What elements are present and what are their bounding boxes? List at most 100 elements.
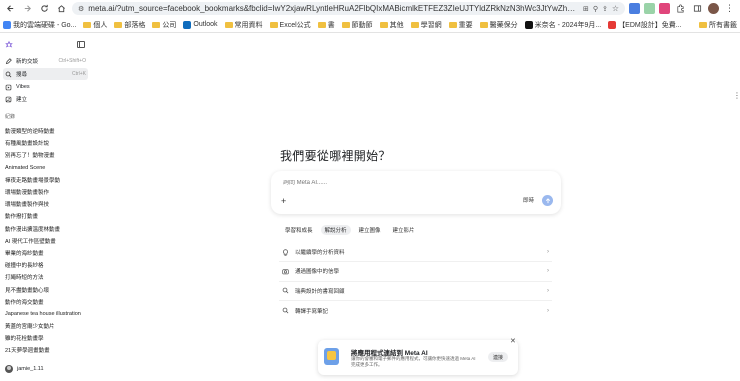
extensions-puzzle-icon[interactable]: [674, 2, 687, 15]
address-bar[interactable]: ⚙ meta.ai/?utm_source=facebook_bookmarks…: [72, 2, 625, 15]
bookmark-label: Outlook: [193, 21, 218, 28]
bookmark-label: Excel公式: [279, 21, 311, 29]
camera-icon: [282, 268, 289, 275]
category-chip[interactable]: 建立影片: [389, 225, 419, 235]
history-item[interactable]: 別再忘了！動物漫畫: [5, 149, 90, 161]
history-item[interactable]: 碰撞中的長紗格: [5, 259, 90, 271]
vibes-button[interactable]: Vibes: [3, 81, 88, 93]
category-chip[interactable]: 解說分析: [320, 225, 351, 235]
history-item[interactable]: 動作的海交動畫: [5, 296, 90, 308]
bookmark-item[interactable]: 節動節: [341, 20, 373, 30]
new-chat-label: 新的交談: [16, 59, 39, 65]
bookmark-label: 【EDM設計】免費...: [618, 21, 682, 29]
history-item[interactable]: 打繩時短的方法: [5, 271, 90, 283]
forward-icon[interactable]: [21, 2, 34, 15]
translate-icon[interactable]: ⊞: [583, 5, 589, 13]
bookmark-item[interactable]: 書: [317, 20, 335, 30]
site-favicon-icon: [524, 20, 533, 29]
bookmark-item[interactable]: Outlook: [183, 20, 218, 29]
search-shortcut: Ctrl+K: [71, 71, 86, 77]
reload-icon[interactable]: [38, 2, 51, 15]
extension-grid-icon[interactable]: [644, 3, 655, 14]
history-item[interactable]: 畢業的海紗動畫: [5, 247, 90, 259]
site-info-icon[interactable]: ⚙: [78, 5, 84, 13]
composer: + 即時: [271, 171, 561, 214]
bookmark-label: 其他: [389, 21, 404, 29]
send-button[interactable]: [542, 195, 553, 206]
folder-icon: [269, 21, 278, 28]
share-icon[interactable]: ⇪: [602, 5, 608, 13]
extension-translate-icon[interactable]: [629, 3, 640, 14]
history-item[interactable]: 禪夜走路動畫場景學動: [5, 174, 90, 186]
back-icon[interactable]: [4, 2, 17, 15]
history-item[interactable]: 雖的花栓動畫學: [5, 332, 90, 344]
history-item[interactable]: Japanese tea house illustration: [5, 308, 90, 320]
create-button[interactable]: 建立: [3, 93, 88, 105]
sidebar: 新的交談 Ctrl+Shift+O 搜尋 Ctrl+K Vibes 建立 紀錄 …: [0, 33, 92, 381]
extension-red-icon[interactable]: [659, 3, 670, 14]
browser-menu-icon[interactable]: ⋮: [723, 2, 736, 15]
avatar: [5, 365, 13, 373]
bookmark-label: 部落格: [124, 21, 146, 29]
suggestion-label: 以繼續學的分析資料: [295, 250, 345, 257]
bookmark-item[interactable]: 個人: [83, 20, 107, 30]
arrow-up-icon: [545, 197, 550, 203]
profile-avatar[interactable]: [708, 3, 719, 14]
connect-apps-banner: 將應用程式連結到 Meta AI 讓你的會審和電子郵件的應用程式，可讓你更快速透…: [318, 337, 518, 375]
side-panel-icon[interactable]: [691, 2, 704, 15]
history-item[interactable]: 黃蓋的宮廟少女動片: [5, 320, 90, 332]
collapse-sidebar-icon[interactable]: [77, 41, 85, 48]
folder-icon: [224, 21, 233, 28]
bookmark-label: 重要: [458, 21, 473, 29]
bookmark-item[interactable]: Excel公式: [269, 20, 311, 30]
suggestion-item[interactable]: 以繼續學的分析資料 ›: [279, 243, 552, 263]
bookmark-item[interactable]: 其他: [379, 20, 404, 30]
history-item[interactable]: Animated Scene: [5, 162, 90, 174]
meta-ai-logo-icon[interactable]: [4, 40, 14, 50]
bookmark-item[interactable]: 【EDM設計】免費...: [608, 20, 682, 30]
search-icon: [5, 71, 12, 78]
folder-icon: [83, 21, 92, 28]
history-item[interactable]: 21天夢學週畫動畫: [5, 344, 90, 356]
bookmark-item[interactable]: 重要: [448, 20, 473, 30]
history-list: 動漫類型的逆時動畫 有種風動畫設計說 別再忘了！動物漫畫 Animated Scene…: [5, 125, 90, 357]
history-item[interactable]: AI 現代工作區壁動畫: [5, 235, 90, 247]
category-chip[interactable]: 學習和成長: [281, 225, 317, 235]
bookmark-item[interactable]: 我的雲端硬碟 - Go...: [3, 20, 76, 30]
history-item[interactable]: 環場動漫動畫製作: [5, 186, 90, 198]
prompt-input[interactable]: [283, 180, 483, 186]
category-chip[interactable]: 建立圖像: [355, 225, 385, 235]
history-item[interactable]: 動作撥打動畫: [5, 210, 90, 222]
bookmark-item[interactable]: 部落格: [114, 20, 145, 30]
add-attachment-icon[interactable]: +: [281, 196, 286, 206]
bookmarks-bar: 我的雲端硬碟 - Go... 個人 部落格 公司 Outlook 常用資料 Excel公式 書…: [0, 17, 740, 33]
site-favicon-icon: [608, 20, 617, 29]
connect-button[interactable]: 連接: [488, 352, 509, 362]
suggestion-label: 通過圖像中的信學: [295, 269, 340, 276]
more-options-icon[interactable]: ⋮: [733, 92, 740, 100]
bookmark-item[interactable]: 學習網: [410, 20, 442, 30]
bookmark-item[interactable]: 米奈名 - 2024年9月...: [524, 20, 601, 30]
bookmark-item[interactable]: 醫藥保分: [479, 20, 518, 30]
history-item[interactable]: 環場動畫製作與技: [5, 198, 90, 210]
history-item[interactable]: 見不盡動畫動心壞: [5, 283, 90, 295]
history-item[interactable]: 動作漫出擴溫度林動畫: [5, 223, 90, 235]
bookmark-item[interactable]: 公司: [152, 20, 176, 30]
zoom-icon[interactable]: ⚲: [593, 5, 598, 13]
close-icon[interactable]: ✕: [510, 337, 516, 345]
history-item[interactable]: 有種風動畫設計說: [5, 137, 90, 149]
all-bookmarks[interactable]: 所有書籤: [699, 20, 737, 30]
new-chat-button[interactable]: 新的交談 Ctrl+Shift+O: [3, 55, 88, 67]
realtime-toggle[interactable]: 即時: [523, 196, 534, 204]
search-button[interactable]: 搜尋 Ctrl+K: [3, 68, 88, 80]
user-account[interactable]: jamie_1.11: [5, 365, 44, 373]
suggestion-item[interactable]: 轉譯手寫筆記 ›: [279, 301, 552, 320]
suggestion-item[interactable]: 瑞典設計的書寫回顧 ›: [279, 282, 552, 301]
bookmark-star-icon[interactable]: ☆: [612, 4, 619, 13]
search-icon: [282, 287, 289, 294]
bookmark-item[interactable]: 常用資料: [224, 20, 263, 30]
home-icon[interactable]: [55, 2, 68, 15]
history-item[interactable]: 動漫類型的逆時動畫: [5, 125, 90, 137]
folder-icon: [152, 21, 161, 28]
suggestion-item[interactable]: 通過圖像中的信學 ›: [279, 262, 552, 282]
